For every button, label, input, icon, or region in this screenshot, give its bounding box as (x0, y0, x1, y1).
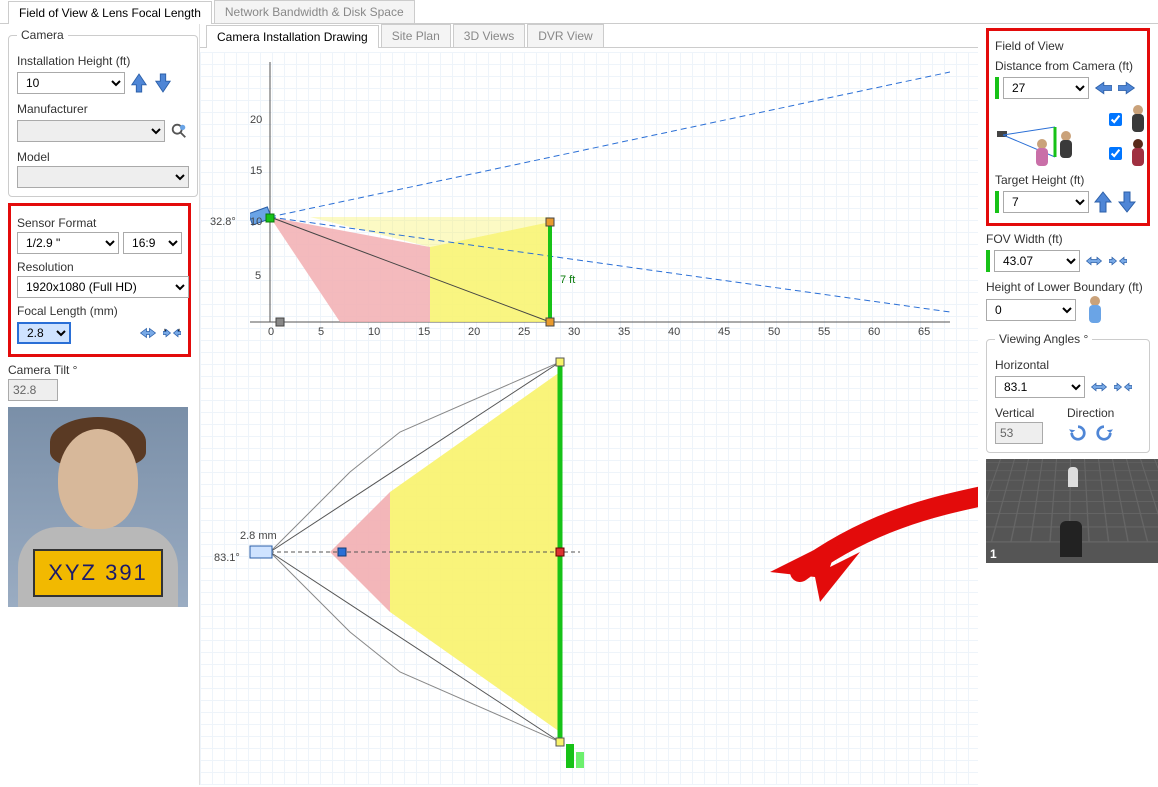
xtick: 25 (518, 326, 530, 338)
lower-boundary-label: Height of Lower Boundary (ft) (986, 280, 1150, 294)
manufacturer-select[interactable] (17, 120, 165, 142)
fov-width-narrow-icon[interactable] (1084, 248, 1104, 274)
aspect-ratio-select[interactable]: 16:9 (123, 232, 182, 254)
person-icon (1086, 296, 1104, 324)
resolution-label: Resolution (17, 260, 182, 274)
preview-3d[interactable]: 1 (986, 459, 1158, 563)
vert-angle-value (995, 422, 1043, 444)
fov-width-select[interactable]: 43.07 (994, 250, 1080, 272)
center-panel: Camera Installation Drawing Site Plan 3D… (200, 24, 978, 785)
top-angle-annot: 83.1° (214, 552, 240, 564)
xtick: 55 (818, 326, 830, 338)
fov-width-wide-icon[interactable] (1108, 248, 1128, 274)
drawing-canvas[interactable]: 32.8° 7 ft 5 10 15 20 0 5 10 15 20 25 30… (200, 52, 978, 785)
xtick: 30 (568, 326, 580, 338)
fov-group: Field of View Distance from Camera (ft) … (995, 33, 1147, 215)
tab-site-plan[interactable]: Site Plan (381, 24, 451, 47)
resolution-select[interactable]: 1920x1080 (Full HD) (17, 276, 189, 298)
license-plate: XYZ 391 (33, 549, 163, 597)
manufacturer-label: Manufacturer (17, 102, 189, 116)
side-view-plot (250, 62, 950, 342)
check-tall-person[interactable] (1109, 113, 1122, 126)
horiz-angle-select[interactable]: 83.1 (995, 376, 1085, 398)
viewing-angles-group: Viewing Angles ° Horizontal 83.1 Vertica… (986, 332, 1150, 453)
person-female-icon (1129, 139, 1147, 167)
tab-3d-views[interactable]: 3D Views (453, 24, 525, 47)
xtick: 45 (718, 326, 730, 338)
xtick: 50 (768, 326, 780, 338)
xtick: 60 (868, 326, 880, 338)
install-height-up-icon[interactable] (129, 70, 149, 96)
distance-right-icon[interactable] (1117, 75, 1137, 101)
install-height-label: Installation Height (ft) (17, 54, 189, 68)
main-tab-bar: Field of View & Lens Focal Length Networ… (0, 0, 1158, 24)
xtick: 5 (318, 326, 324, 338)
side-angle-annot: 32.8° (210, 216, 236, 228)
tab-network-bandwidth[interactable]: Network Bandwidth & Disk Space (214, 0, 415, 23)
fov-diagram-icon (997, 123, 1097, 163)
tab-field-of-view[interactable]: Field of View & Lens Focal Length (8, 1, 212, 24)
lower-boundary-select[interactable]: 0 (986, 299, 1076, 321)
check-short-person[interactable] (1109, 147, 1122, 160)
face-preview: XYZ 391 (8, 407, 188, 607)
fov-legend: Field of View (995, 39, 1147, 53)
drawing-tab-bar: Camera Installation Drawing Site Plan 3D… (200, 24, 978, 48)
fov-highlight-block: Field of View Distance from Camera (ft) … (986, 28, 1150, 226)
focal-length-narrow-icon[interactable] (138, 320, 158, 346)
focal-length-wide-icon[interactable] (162, 320, 182, 346)
xtick: 65 (918, 326, 930, 338)
direction-label: Direction (1067, 406, 1115, 420)
focal-length-select[interactable]: 2.8 (17, 322, 71, 344)
focal-length-label: Focal Length (mm) (17, 304, 182, 318)
xtick: 10 (368, 326, 380, 338)
install-height-select[interactable]: 10 (17, 72, 125, 94)
ytick: 20 (250, 114, 262, 126)
person-male-icon (1129, 105, 1147, 133)
target-height-up-icon[interactable] (1093, 189, 1113, 215)
viewing-angles-legend: Viewing Angles ° (995, 332, 1092, 346)
tab-dvr-view[interactable]: DVR View (527, 24, 603, 47)
ytick: 5 (255, 270, 261, 282)
xtick: 35 (618, 326, 630, 338)
target-height-label: Target Height (ft) (995, 173, 1147, 187)
distance-left-icon[interactable] (1093, 75, 1113, 101)
ytick: 10 (250, 216, 262, 228)
distance-select[interactable]: 27 (1003, 77, 1089, 99)
model-label: Model (17, 150, 189, 164)
target-height-down-icon[interactable] (1117, 189, 1137, 215)
sensor-format-select[interactable]: 1/2.9 " (17, 232, 119, 254)
install-height-down-icon[interactable] (153, 70, 173, 96)
left-panel: Camera Installation Height (ft) 10 Manuf… (0, 24, 200, 785)
camera-tilt-label: Camera Tilt ° (8, 363, 191, 377)
distance-label: Distance from Camera (ft) (995, 59, 1147, 73)
target-height-select[interactable]: 7 (1003, 191, 1089, 213)
tab-camera-drawing[interactable]: Camera Installation Drawing (206, 25, 379, 48)
model-select[interactable] (17, 166, 189, 188)
sensor-highlight-block: Sensor Format 1/2.9 " 16:9 Resolution 19… (8, 203, 191, 357)
vert-angle-label: Vertical (995, 406, 1043, 420)
horiz-angle-label: Horizontal (995, 358, 1141, 372)
ytick: 15 (250, 165, 262, 177)
xtick: 20 (468, 326, 480, 338)
fov-width-label: FOV Width (ft) (986, 232, 1150, 246)
camera-group: Camera Installation Height (ft) 10 Manuf… (8, 28, 198, 197)
xtick: 40 (668, 326, 680, 338)
preview-index: 1 (990, 547, 997, 561)
right-panel: Field of View Distance from Camera (ft) … (978, 24, 1158, 785)
horiz-wide-icon[interactable] (1113, 374, 1133, 400)
top-view-plot (220, 342, 960, 785)
camera-legend: Camera (17, 28, 68, 42)
sensor-format-label: Sensor Format (17, 216, 182, 230)
rotate-cw-icon[interactable] (1093, 422, 1115, 444)
xtick: 0 (268, 326, 274, 338)
manufacturer-search-icon[interactable] (169, 118, 189, 144)
top-focal-annot: 2.8 mm (240, 530, 277, 542)
camera-tilt-value (8, 379, 58, 401)
target-height-annot: 7 ft (560, 274, 575, 286)
xtick: 15 (418, 326, 430, 338)
rotate-ccw-icon[interactable] (1067, 422, 1089, 444)
horiz-narrow-icon[interactable] (1089, 374, 1109, 400)
